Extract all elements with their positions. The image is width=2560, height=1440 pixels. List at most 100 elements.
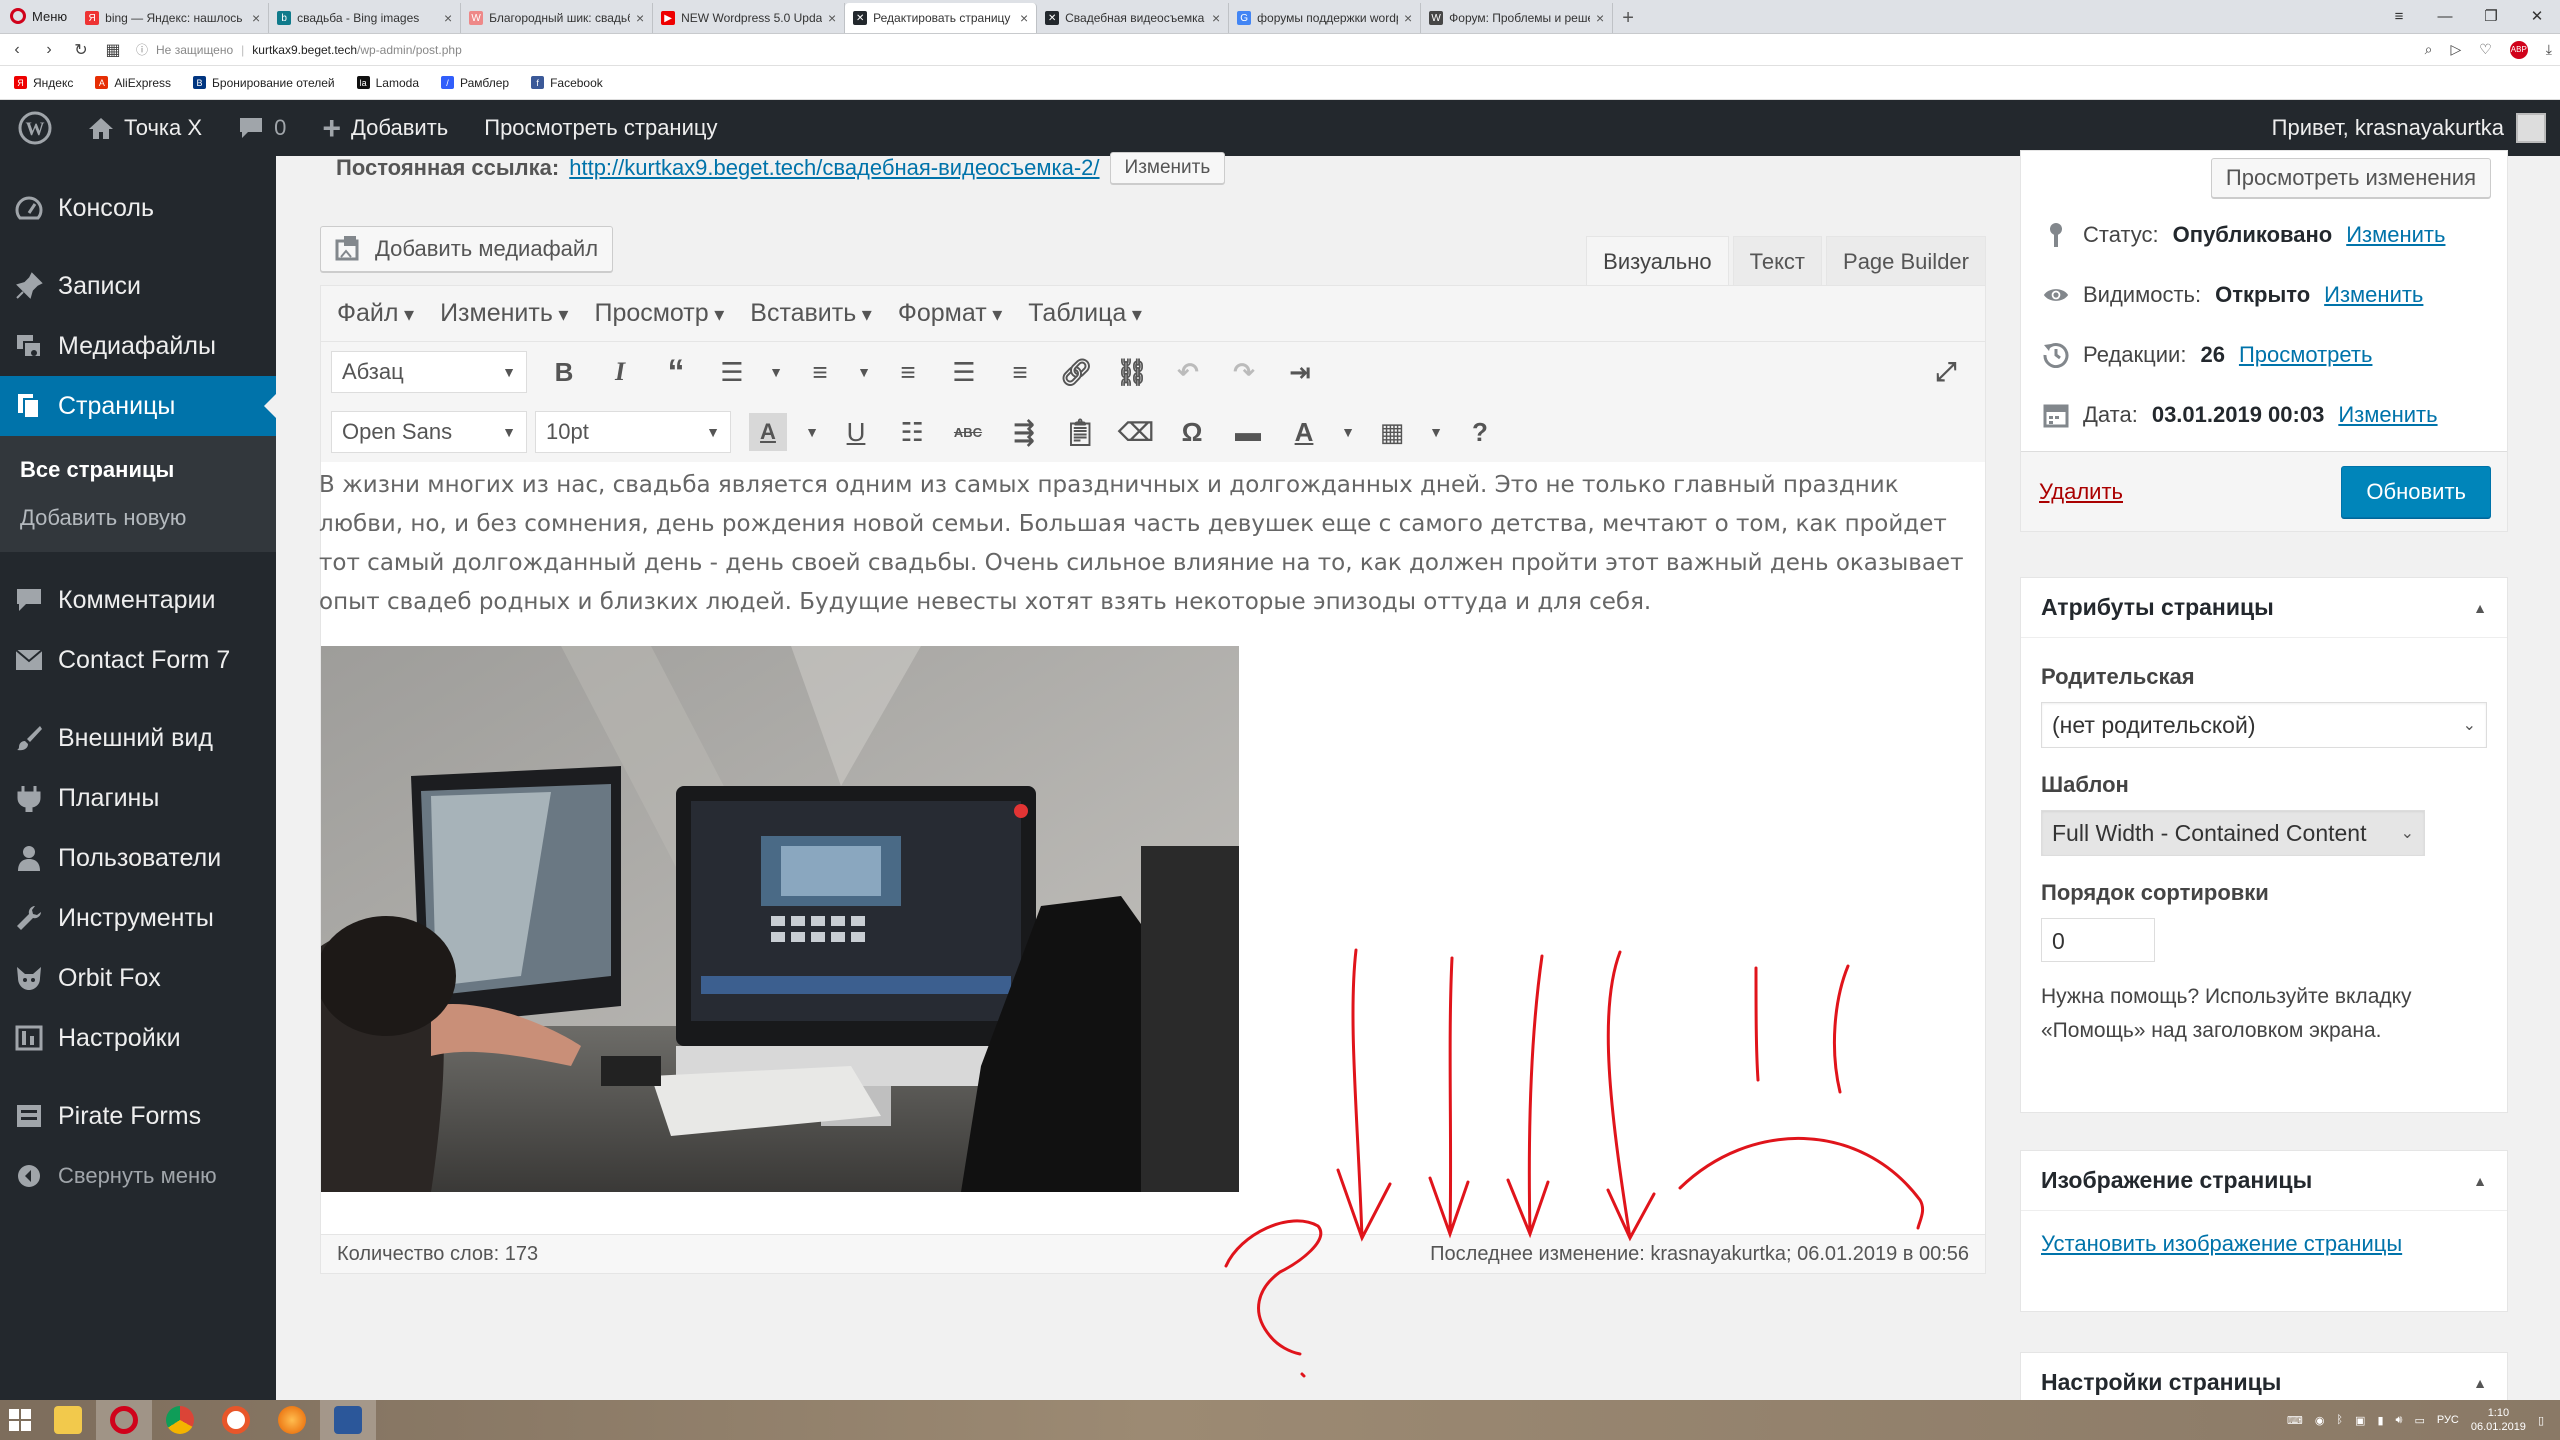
network-icon[interactable]: ▮ [2377, 1414, 2383, 1427]
snapshot-icon[interactable]: ▷ [2450, 41, 2461, 58]
order-input[interactable]: 0 [2041, 918, 2155, 962]
template-select[interactable]: Full Width - Contained Content [2041, 810, 2425, 856]
close-tab-icon[interactable]: × [252, 10, 260, 26]
bookmark-aliexpress[interactable]: A AliExpress [95, 76, 171, 90]
menu-table[interactable]: Таблица [1028, 299, 1142, 328]
paste-as-text-icon[interactable]: 📋︎ [1061, 413, 1099, 451]
close-tab-icon[interactable]: × [828, 10, 836, 26]
parent-select[interactable]: (нет родительской) [2041, 702, 2487, 748]
close-tab-icon[interactable]: × [1404, 10, 1412, 26]
notifications-icon[interactable]: ▯ [2538, 1414, 2544, 1427]
close-tab-icon[interactable]: × [1020, 10, 1028, 26]
speed-dial-icon[interactable]: ▦ [104, 40, 122, 60]
reload-icon[interactable]: ↻ [72, 40, 90, 60]
tab-text[interactable]: Текст [1732, 236, 1823, 286]
chrome-taskbar-button[interactable] [152, 1400, 208, 1440]
language-indicator[interactable]: РУС [2437, 1414, 2459, 1426]
yandex-browser-taskbar-button[interactable] [208, 1400, 264, 1440]
table-dropdown-icon[interactable]: ▼ [1429, 413, 1443, 451]
paragraph-format-select[interactable]: Абзац [331, 351, 527, 393]
align-right-icon[interactable]: ≡ [1001, 353, 1039, 391]
text-color-dropdown-icon[interactable]: ▼ [1341, 413, 1355, 451]
page-attributes-header[interactable]: Атрибуты страницы [2021, 578, 2507, 638]
edit-permalink-button[interactable]: Изменить [1109, 152, 1226, 184]
bg-color-dropdown-icon[interactable]: ▼ [805, 413, 819, 451]
close-tab-icon[interactable]: × [636, 10, 644, 26]
indent-icon[interactable]: ⇶ [1005, 413, 1043, 451]
table-icon[interactable]: ▦ [1373, 413, 1411, 451]
font-family-select[interactable]: Open Sans [331, 411, 527, 453]
numbered-list-dropdown-icon[interactable]: ▼ [857, 353, 871, 391]
bluetooth-icon[interactable]: ᛒ [2336, 1414, 2343, 1426]
menu-edit[interactable]: Изменить [440, 299, 568, 328]
sidebar-item-pages[interactable]: Страницы [0, 376, 276, 436]
word-taskbar-button[interactable] [320, 1400, 376, 1440]
close-tab-icon[interactable]: × [1596, 10, 1604, 26]
tab-visual[interactable]: Визуально [1586, 236, 1729, 286]
browser-tab[interactable]: W Форум: Проблемы и решения × [1421, 3, 1614, 33]
comments-link[interactable]: 0 [220, 100, 304, 156]
adblock-icon[interactable]: ABP [2509, 40, 2528, 59]
browser-tab[interactable]: Gфорумы поддержки wordpress × [1229, 3, 1422, 33]
browser-tab[interactable]: Яbing — Яндекс: нашлось × [77, 3, 270, 33]
browser-tab[interactable]: ✕ Свадебная видеосъемка × [1037, 3, 1230, 33]
browser-tab[interactable]: ▶ NEW Wordpress 5.0 Update × [653, 3, 846, 33]
url-field[interactable]: ⓘ Не защищено | kurtkax9.beget.tech/wp-a… [136, 38, 2411, 62]
battery-icon[interactable]: ▭ [2414, 1414, 2424, 1427]
tab-menu-icon[interactable]: ≡ [2376, 0, 2422, 34]
sidebar-item-console[interactable]: Консоль [0, 178, 276, 238]
insert-read-more-icon[interactable]: ⇥ [1281, 353, 1319, 391]
fullscreen-icon[interactable]: ⤢ [1927, 353, 1965, 391]
menu-format[interactable]: Формат [898, 299, 1002, 328]
search-icon[interactable]: ⌕ [2425, 41, 2433, 58]
add-new-link[interactable]: + Добавить [304, 100, 466, 156]
menu-insert[interactable]: Вставить [750, 299, 872, 328]
new-tab-button[interactable]: + [1613, 3, 1643, 33]
bookmark-facebook[interactable]: f Facebook [531, 76, 603, 90]
keyboard-icon[interactable]: ⌨ [2287, 1414, 2303, 1427]
sidebar-item-contact-form[interactable]: Contact Form 7 [0, 630, 276, 690]
content-photo[interactable] [321, 646, 1239, 1192]
menu-file[interactable]: Файл [337, 299, 414, 328]
submenu-all-pages[interactable]: Все страницы [0, 446, 276, 494]
undo-icon[interactable]: ↶ [1169, 353, 1207, 391]
redo-icon[interactable]: ↷ [1225, 353, 1263, 391]
sidebar-item-media[interactable]: Медиафайлы [0, 316, 276, 376]
help-icon[interactable]: ? [1461, 413, 1499, 451]
sidebar-item-orbit-fox[interactable]: Orbit Fox [0, 948, 276, 1008]
tray-app-icon[interactable]: ◉ [2315, 1414, 2325, 1427]
sidebar-item-tools[interactable]: Инструменты [0, 888, 276, 948]
tray-app-icon[interactable]: ▣ [2355, 1414, 2365, 1427]
page-settings-header[interactable]: Настройки страницы [2021, 1353, 2507, 1400]
font-size-select[interactable]: 10pt [535, 411, 731, 453]
italic-icon[interactable]: I [601, 353, 639, 391]
clear-formatting-icon[interactable]: ⌫ [1117, 413, 1155, 451]
delete-link[interactable]: Удалить [2039, 479, 2123, 505]
bullet-list-icon[interactable]: ☰ [713, 353, 751, 391]
submenu-add-new-page[interactable]: Добавить новую [0, 494, 276, 542]
editor-content-area[interactable]: В жизни многих из нас, свадьба является … [319, 462, 1985, 1192]
my-account-link[interactable]: Привет, krasnayakurtka [2272, 113, 2560, 143]
browse-revisions-link[interactable]: Просмотреть [2239, 342, 2373, 368]
menu-view[interactable]: Просмотр [594, 299, 724, 328]
file-explorer-taskbar-button[interactable] [40, 1400, 96, 1440]
security-info-icon[interactable]: ⓘ [136, 41, 148, 58]
windows-start-button[interactable] [0, 1400, 40, 1440]
volume-icon[interactable]: 🔊︎ [2396, 1414, 2403, 1427]
bookmark-heart-icon[interactable]: ♡ [2479, 41, 2492, 58]
sidebar-item-pirate-forms[interactable]: Pirate Forms [0, 1086, 276, 1146]
forward-icon[interactable]: › [40, 41, 58, 59]
text-color-icon[interactable]: A [1285, 413, 1323, 451]
edit-date-link[interactable]: Изменить [2338, 402, 2437, 428]
numbered-list-icon[interactable]: ≡ [801, 353, 839, 391]
bookmark-rambler[interactable]: / Рамблер [441, 76, 509, 90]
edit-visibility-link[interactable]: Изменить [2324, 282, 2423, 308]
close-tab-icon[interactable]: × [1212, 10, 1220, 26]
insert-link-icon[interactable]: 🔗︎ [1057, 353, 1095, 391]
update-button[interactable]: Обновить [2341, 465, 2491, 518]
bookmark-booking[interactable]: B Бронирование отелей [193, 76, 335, 90]
sidebar-item-comments[interactable]: Комментарии [0, 570, 276, 630]
close-tab-icon[interactable]: × [444, 10, 452, 26]
sidebar-item-appearance[interactable]: Внешний вид [0, 708, 276, 768]
featured-image-header[interactable]: Изображение страницы [2021, 1151, 2507, 1211]
